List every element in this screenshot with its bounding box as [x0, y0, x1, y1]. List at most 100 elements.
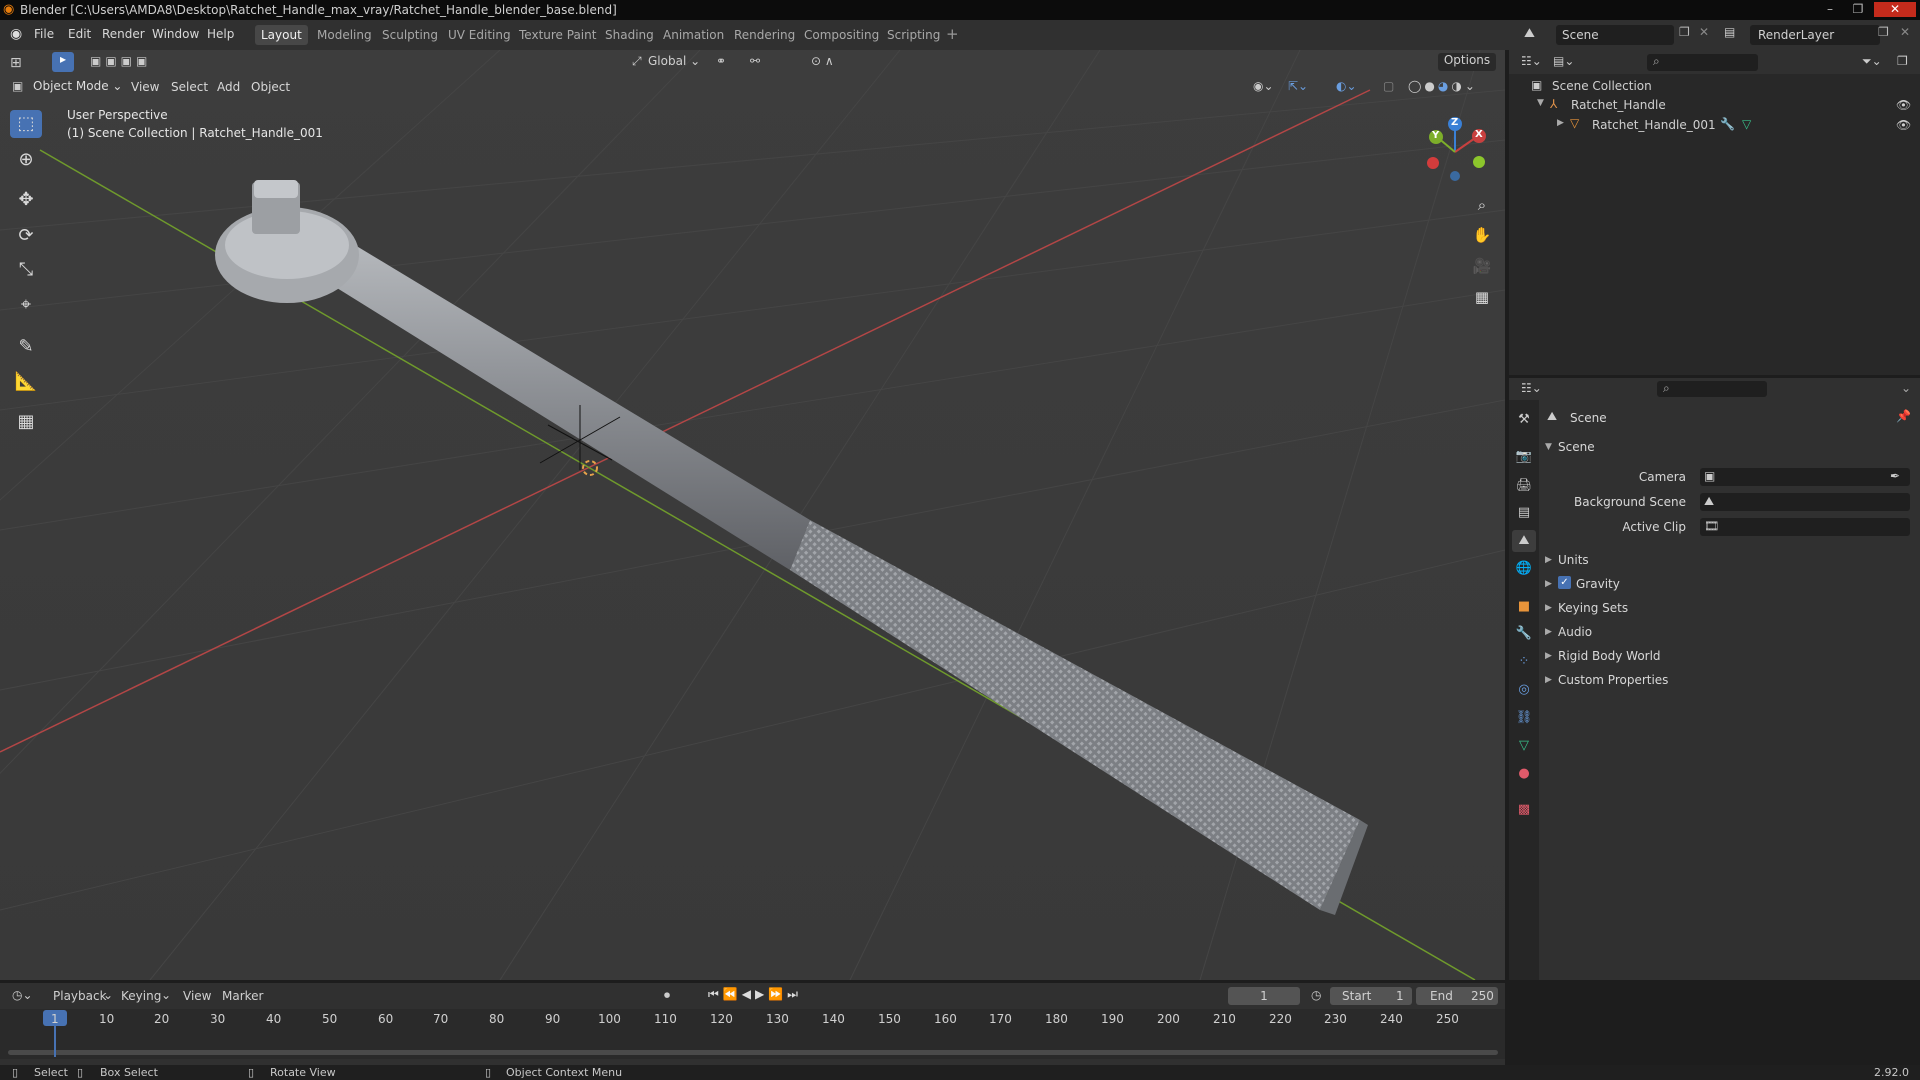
tab-texture-paint[interactable]: Texture Paint — [513, 25, 602, 45]
timeline-menu-playback[interactable]: Playback — [53, 989, 107, 1003]
camera-view-icon[interactable]: 🎥 — [1469, 253, 1495, 279]
select-box-tool-icon[interactable]: ⬚ — [10, 110, 42, 138]
keying-sets-panel[interactable]: Keying Sets — [1558, 601, 1628, 615]
view-layer-icon[interactable]: ▤ — [1724, 25, 1735, 39]
tab-sculpting[interactable]: Sculpting — [376, 25, 444, 45]
tab-rendering[interactable]: Rendering — [728, 25, 801, 45]
expand-arrow-icon[interactable]: ▼ — [1545, 442, 1552, 452]
properties-search-input[interactable]: ⌕ — [1657, 381, 1767, 397]
transform-tool-icon[interactable]: ⌖ — [10, 291, 42, 319]
custom-properties-panel[interactable]: Custom Properties — [1558, 673, 1668, 687]
gravity-panel[interactable]: Gravity — [1576, 577, 1620, 591]
menu-file[interactable]: File — [34, 27, 54, 41]
expand-arrow-icon[interactable]: ▶ — [1545, 603, 1552, 613]
delete-view-layer-icon[interactable]: ✕ — [1900, 25, 1910, 39]
menu-edit[interactable]: Edit — [68, 27, 91, 41]
3d-viewport[interactable] — [0, 50, 1505, 980]
visibility-eye-icon[interactable]: 👁 — [1896, 98, 1911, 112]
proportional-edit-icon[interactable]: ⊙ ∧ — [811, 54, 834, 68]
gravity-checkbox[interactable]: ✓ — [1558, 576, 1571, 589]
view-layer-tab-icon[interactable]: ▤ — [1512, 502, 1536, 524]
expand-arrow-icon[interactable]: ▶ — [1557, 118, 1564, 128]
playback-controls-icons[interactable]: ⏮⏪◀▶⏩⏭ — [708, 987, 802, 1002]
particles-tab-icon[interactable]: ⁘ — [1512, 651, 1536, 673]
record-icon[interactable]: ⏺ — [664, 988, 670, 1003]
panel-divider[interactable] — [1505, 50, 1509, 1065]
snap-icon[interactable]: ⚯ — [750, 54, 760, 68]
scale-tool-icon[interactable]: ⤡ — [10, 256, 42, 284]
zoom-icon[interactable]: ⌕ — [1469, 192, 1495, 218]
start-frame-field[interactable]: Start 1 — [1330, 987, 1412, 1005]
expand-arrow-icon[interactable]: ▶ — [1545, 579, 1552, 589]
add-cube-tool-icon[interactable]: ▦ — [10, 408, 42, 436]
timeline-menu-keying[interactable]: Keying — [121, 989, 161, 1003]
mesh-data-icon[interactable]: ▽ — [1742, 117, 1751, 131]
maximize-button[interactable]: ❐ — [1846, 2, 1870, 17]
data-tab-icon[interactable]: ▽ — [1512, 735, 1536, 757]
texture-tab-icon[interactable]: ▩ — [1512, 799, 1536, 821]
physics-tab-icon[interactable]: ◎ — [1512, 679, 1536, 701]
units-panel[interactable]: Units — [1558, 553, 1589, 567]
select-mode-icons[interactable]: ▣▣▣▣ — [90, 54, 151, 68]
expand-arrow-icon[interactable]: ▶ — [1545, 627, 1552, 637]
outliner-item-ratchet-handle[interactable]: Ratchet_Handle — [1571, 98, 1666, 112]
timeline-scrollbar[interactable] — [8, 1050, 1498, 1055]
outliner-item-ratchet-handle-001[interactable]: Ratchet_Handle_001 — [1592, 118, 1716, 132]
visibility-eye-icon[interactable]: 👁 — [1896, 118, 1911, 132]
outliner-search-input[interactable]: ⌕ — [1647, 54, 1758, 71]
measure-tool-icon[interactable]: 📐 — [10, 368, 42, 396]
output-tab-icon[interactable]: 🖨 — [1512, 475, 1536, 497]
world-tab-icon[interactable]: 🌐 — [1512, 558, 1536, 580]
shading-mode-icons[interactable]: ◯●◕◑⌄ — [1408, 79, 1478, 93]
delete-scene-icon[interactable]: ✕ — [1699, 25, 1709, 39]
overlays-toggle-icon[interactable]: ◐⌄ — [1336, 79, 1357, 93]
timeline-menu-view[interactable]: View — [183, 989, 211, 1003]
viewport-menu-add[interactable]: Add — [217, 80, 240, 94]
new-view-layer-icon[interactable]: ❐ — [1878, 25, 1889, 39]
view-layer-selector[interactable]: RenderLayer — [1750, 25, 1880, 45]
viewport-menu-select[interactable]: Select — [171, 80, 208, 94]
constraints-tab-icon[interactable]: ⛓ — [1512, 707, 1536, 729]
object-tab-icon[interactable]: ■ — [1512, 596, 1536, 618]
pan-hand-icon[interactable]: ✋ — [1469, 222, 1495, 248]
menu-render[interactable]: Render — [102, 27, 145, 41]
transform-orientation-dropdown[interactable]: Global ⌄ — [648, 54, 700, 68]
outliner-root[interactable]: Scene Collection — [1552, 79, 1652, 93]
audio-panel[interactable]: Audio — [1558, 625, 1592, 639]
annotate-tool-icon[interactable]: ✎ — [10, 333, 42, 361]
close-button[interactable]: ✕ — [1874, 2, 1916, 17]
properties-editor-icon[interactable]: ☷⌄ — [1521, 381, 1542, 395]
tab-animation[interactable]: Animation — [657, 25, 730, 45]
timeline-editor-icon[interactable]: ◷⌄ — [12, 988, 33, 1002]
outliner-editor-icon[interactable]: ☷⌄ — [1521, 54, 1542, 68]
menu-help[interactable]: Help — [207, 27, 234, 41]
rigid-body-world-panel[interactable]: Rigid Body World — [1558, 649, 1661, 663]
visibility-icon[interactable]: ◉⌄ — [1253, 79, 1274, 93]
tab-layout[interactable]: Layout — [255, 25, 308, 45]
editor-type-icon[interactable]: ⊞ — [10, 55, 22, 71]
viewport-menu-object[interactable]: Object — [251, 80, 290, 94]
expand-arrow-icon[interactable]: ▶ — [1545, 555, 1552, 565]
active-clip-field[interactable]: 🎞 — [1700, 518, 1910, 536]
filter-icon[interactable]: ⏷⌄ — [1862, 54, 1882, 69]
cursor-tool-icon[interactable]: ⊕ — [10, 146, 42, 174]
collapse-icon[interactable]: ⌄ — [1901, 381, 1911, 395]
options-dropdown[interactable]: Options — [1438, 53, 1496, 71]
tab-compositing[interactable]: Compositing — [798, 25, 885, 45]
modifier-tab-icon[interactable]: 🔧 — [1512, 623, 1536, 645]
scene-icon[interactable]: ⛰ — [1524, 26, 1535, 41]
new-collection-icon[interactable]: ❐ — [1897, 54, 1908, 68]
display-mode-icon[interactable]: ▤⌄ — [1553, 54, 1574, 68]
blender-menu-icon[interactable]: ◉ — [10, 26, 22, 42]
preview-range-icon[interactable]: ◷ — [1311, 988, 1321, 1002]
render-tab-icon[interactable]: 📷 — [1512, 446, 1536, 468]
material-tab-icon[interactable]: ● — [1512, 763, 1536, 785]
select-tool-icon[interactable]: ▸ — [52, 52, 74, 72]
move-tool-icon[interactable]: ✥ — [10, 186, 42, 214]
gizmo-toggle-icon[interactable]: ⇱⌄ — [1288, 79, 1308, 93]
expand-arrow-icon[interactable]: ▶ — [1545, 651, 1552, 661]
tool-tab-icon[interactable]: ⚒ — [1512, 409, 1536, 431]
background-scene-field[interactable]: ⛰ — [1700, 493, 1910, 511]
scene-selector[interactable]: Scene — [1556, 25, 1674, 45]
tab-uv-editing[interactable]: UV Editing — [442, 25, 517, 45]
